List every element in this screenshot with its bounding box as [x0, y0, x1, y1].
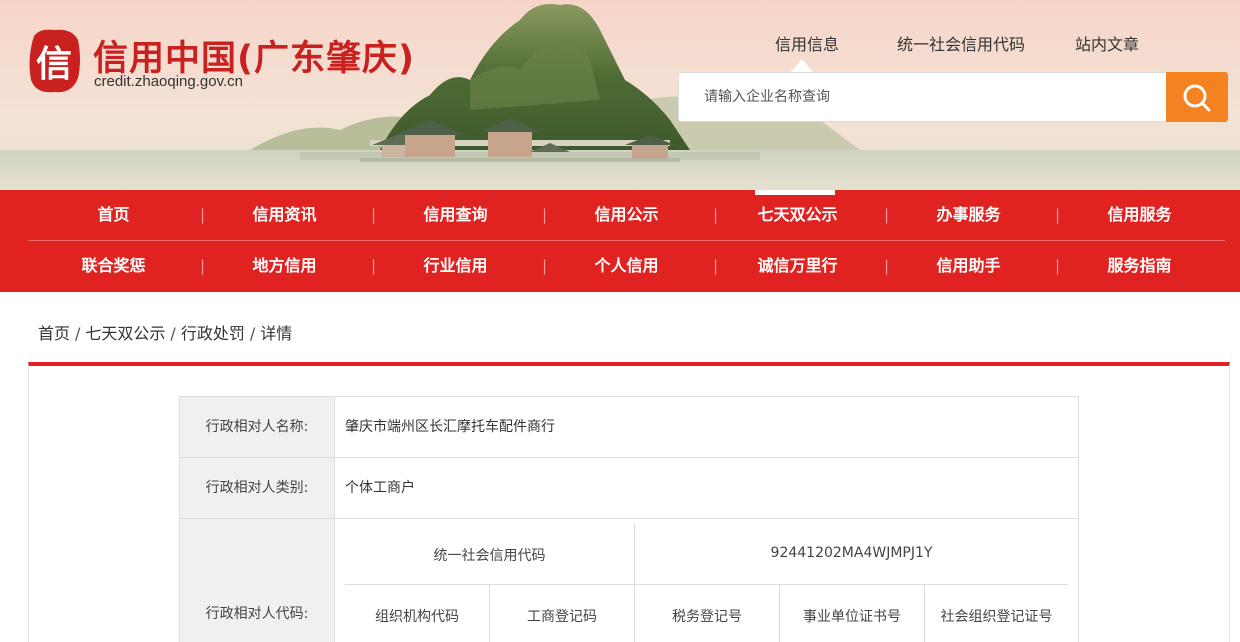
nav-item-integrity-tour[interactable]: 诚信万里行	[712, 241, 883, 291]
nav-item-credit-query[interactable]: 信用查询	[370, 190, 541, 240]
sub-header-social-org-reg-no: 社会组织登记证号	[940, 609, 1053, 625]
sub-header-institution-cert-no: 事业单位证书号	[803, 609, 901, 625]
top-nav-credit-info[interactable]: 信用信息	[775, 31, 839, 55]
nav-item-credit-assistant[interactable]: 信用助手	[883, 241, 1054, 291]
credit-code-label: 统一社会信用代码	[433, 548, 546, 564]
breadcrumb-details: 详情	[260, 324, 293, 343]
svg-text:信: 信	[36, 43, 72, 85]
breadcrumb-separator: /	[170, 324, 176, 343]
top-nav-unified-code[interactable]: 统一社会信用代码	[897, 31, 1025, 55]
site-url: credit.zhaoqing.gov.cn	[94, 73, 243, 90]
detail-label-type: 行政相对人类别:	[180, 458, 335, 518]
nav-item-personal-credit[interactable]: 个人信用	[541, 241, 712, 291]
nav-item-credit-publicity[interactable]: 信用公示	[541, 190, 712, 240]
breadcrumb-separator: /	[249, 324, 256, 343]
code-subtable: 统一社会信用代码 92441202MA4WJMPJ1Y 组织机构代码 工商登记码…	[345, 524, 1068, 642]
top-nav-site-articles[interactable]: 站内文章	[1075, 31, 1139, 55]
nav-item-local-credit[interactable]: 地方信用	[199, 241, 370, 291]
search-box	[678, 72, 1168, 122]
main-nav-row-2: 联合奖惩 | 地方信用 | 行业信用 | 个人信用 | 诚信万里行 | 信用助手…	[28, 241, 1225, 291]
detail-table: 行政相对人名称: 肇庆市端州区长汇摩托车配件商行 行政相对人类别: 个体工商户 …	[179, 396, 1079, 642]
search-input[interactable]	[679, 73, 1168, 121]
nav-item-service-guide[interactable]: 服务指南	[1054, 241, 1225, 291]
search-button[interactable]	[1166, 72, 1228, 122]
detail-label-name: 行政相对人名称:	[180, 397, 335, 457]
breadcrumb: 首页 / 七天双公示 / 行政处罚 / 详情	[38, 320, 292, 344]
credit-code-value: 92441202MA4WJMPJ1Y	[770, 545, 933, 561]
detail-value-type: 个体工商户	[345, 480, 415, 496]
detail-label-code: 行政相对人代码:	[180, 519, 335, 642]
site-header: 信 信用中国(广东肇庆) credit.zhaoqing.gov.cn 信用信息…	[0, 0, 1240, 190]
detail-row-code: 行政相对人代码: 统一社会信用代码 92441202MA4WJMPJ1Y 组织机…	[180, 519, 1078, 642]
nav-item-home[interactable]: 首页	[28, 190, 199, 240]
breadcrumb-seven-day-publicity[interactable]: 七天双公示	[85, 324, 165, 343]
detail-row-name: 行政相对人名称: 肇庆市端州区长汇摩托车配件商行	[180, 397, 1078, 458]
breadcrumb-separator: /	[75, 324, 81, 343]
breadcrumb-home[interactable]: 首页	[38, 324, 70, 343]
site-logo-seal: 信	[26, 26, 82, 96]
main-nav-row-1: 首页 | 信用资讯 | 信用查询 | 信用公示 | 七天双公示 | 办事服务 |…	[28, 190, 1225, 240]
sub-header-tax-reg-no: 税务登记号	[672, 609, 742, 625]
credit-seal-icon: 信	[29, 29, 80, 93]
top-nav-active-caret	[790, 59, 814, 73]
nav-item-seven-day-publicity[interactable]: 七天双公示	[712, 190, 883, 240]
nav-item-services[interactable]: 办事服务	[883, 190, 1054, 240]
search-icon	[1183, 84, 1211, 112]
nav-item-industry-credit[interactable]: 行业信用	[370, 241, 541, 291]
detail-value-name: 肇庆市端州区长汇摩托车配件商行	[345, 419, 555, 435]
nav-item-credit-services[interactable]: 信用服务	[1054, 190, 1225, 240]
detail-row-type: 行政相对人类别: 个体工商户	[180, 458, 1078, 519]
sub-header-business-reg-code: 工商登记码	[527, 609, 597, 625]
sub-header-org-code: 组织机构代码	[375, 609, 459, 625]
code-divider	[345, 584, 1068, 585]
nav-item-joint-rewards[interactable]: 联合奖惩	[28, 241, 199, 291]
nav-item-credit-news[interactable]: 信用资讯	[199, 190, 370, 240]
breadcrumb-admin-penalty[interactable]: 行政处罚	[181, 324, 245, 343]
main-nav: 首页 | 信用资讯 | 信用查询 | 信用公示 | 七天双公示 | 办事服务 |…	[0, 190, 1240, 292]
